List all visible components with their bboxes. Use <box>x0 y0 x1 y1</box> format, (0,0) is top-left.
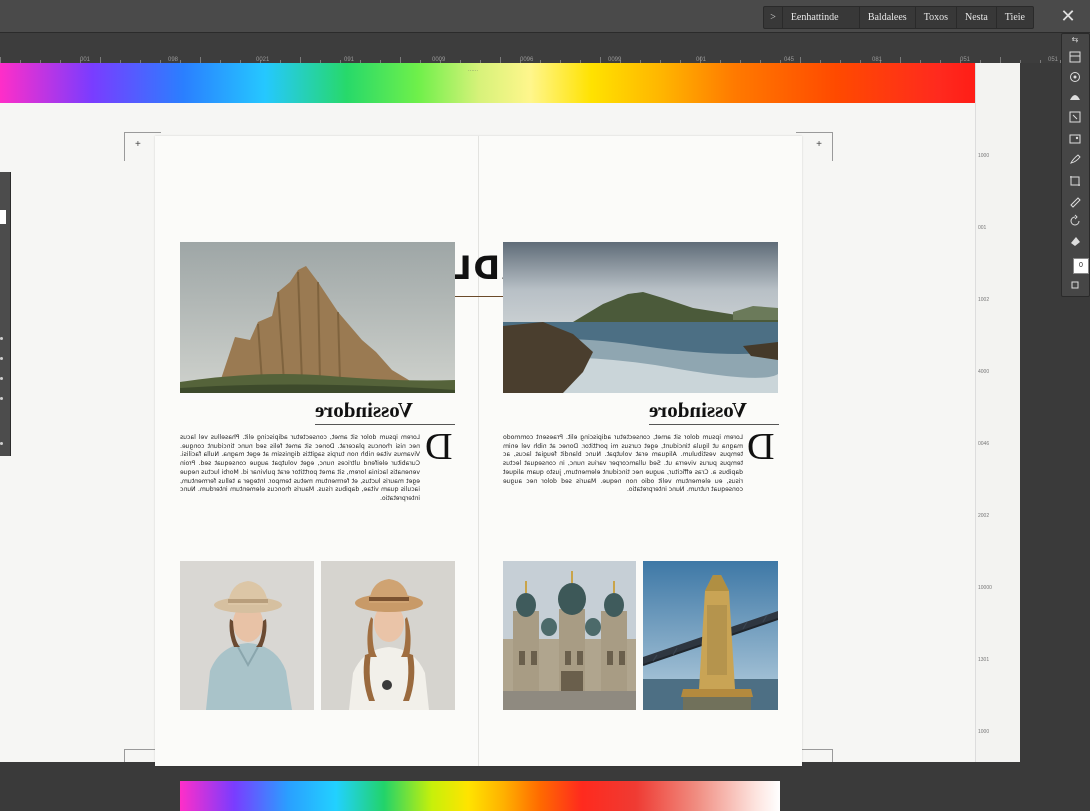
margin-number: 0046 <box>978 441 990 447</box>
photo-rock-formation[interactable] <box>180 242 455 393</box>
ruler-tick <box>1020 60 1021 63</box>
zoom-badge[interactable]: 0 <box>1073 258 1089 274</box>
chevron-right-button[interactable]: > <box>764 7 782 28</box>
document-spread[interactable]: HEADLINE Vossindore D Lorem ipsum dolor … <box>155 136 802 811</box>
margin-number: 1301 <box>978 657 990 663</box>
rotate-icon[interactable] <box>1067 214 1083 230</box>
fill-icon[interactable] <box>1067 234 1083 250</box>
tab-tieie[interactable]: Tieie <box>995 7 1033 28</box>
photo-cathedral[interactable] <box>503 561 636 710</box>
brush-icon[interactable] <box>1067 152 1083 168</box>
tab-baldalees[interactable]: Baldalees <box>858 7 915 28</box>
panel-dot[interactable] <box>0 442 3 445</box>
panel-dot[interactable] <box>0 397 3 400</box>
ruler-label: 051 <box>1048 57 1059 63</box>
tab-eenhattinde[interactable]: Eenhattinde <box>781 7 859 28</box>
menu-tabs: > Eenhattinde Baldalees Toxos Nesta Tiei… <box>763 6 1034 29</box>
margin-number: 2002 <box>978 513 990 519</box>
lasso-icon[interactable] <box>1067 70 1083 86</box>
bottom-color-gradient-bar <box>180 781 780 811</box>
photo-woman-hoodie[interactable] <box>180 561 314 710</box>
panel-dot[interactable] <box>0 357 3 360</box>
top-color-gradient-bar: ······ <box>0 63 1020 103</box>
frame-icon[interactable] <box>1067 132 1083 148</box>
crop-icon[interactable] <box>1067 174 1083 190</box>
margin-number: 10000 <box>978 585 992 591</box>
left-body-text[interactable]: Lorem ipsum dolor sit amet, consectetur … <box>180 434 420 532</box>
tab-toxos[interactable]: Toxos <box>914 7 956 28</box>
tab-nesta[interactable]: Nesta <box>956 7 996 28</box>
close-icon[interactable]: ✕ <box>1058 6 1078 26</box>
margin-number: 4000 <box>978 369 990 375</box>
shape-icon[interactable] <box>1067 90 1083 106</box>
top-bar: > Eenhattinde Baldalees Toxos Nesta Tiei… <box>0 0 1090 33</box>
left-subhead[interactable]: Vossindore <box>315 398 413 423</box>
margin-number: 001 <box>978 225 987 231</box>
right-subhead-rule <box>649 424 779 425</box>
photo-bridge[interactable] <box>643 561 778 710</box>
photo-coastline[interactable] <box>503 242 778 393</box>
layers-icon[interactable] <box>1067 50 1083 66</box>
panel-swatch[interactable] <box>0 210 6 224</box>
right-margin-strip: 1000 001 1002 4000 0046 2002 10000 1301 1000 <box>975 63 1020 762</box>
polygon-icon[interactable] <box>1067 110 1083 126</box>
left-panel-collapsed[interactable] <box>0 172 11 456</box>
photo-woman-blouse[interactable] <box>321 561 455 710</box>
panel-dot[interactable] <box>0 337 3 340</box>
panel-dot[interactable] <box>0 377 3 380</box>
left-dropcap: D <box>425 426 453 468</box>
right-body-text[interactable]: Lorem ipsum dolor sit amet, consectetur … <box>503 434 743 532</box>
pen-icon[interactable] <box>1067 194 1083 210</box>
margin-number: 1000 <box>978 729 990 735</box>
horizontal-ruler[interactable]: 001 098 0021 091 0009 0096 0099 001 045 081 051 051 <box>0 33 1090 63</box>
ruler-tick <box>1040 60 1041 63</box>
right-subhead[interactable]: Vossindore <box>649 398 747 423</box>
left-subhead-rule <box>315 424 455 425</box>
gradient-label: ······ <box>468 68 478 74</box>
margin-number: 1002 <box>978 297 990 303</box>
document-canvas[interactable]: ······ 1000 001 1002 4000 0046 2002 10000 1301 1… <box>0 63 1020 811</box>
margin-number: 1000 <box>978 153 990 159</box>
right-dropcap: D <box>747 426 775 468</box>
spread-spine <box>478 136 479 766</box>
square-icon[interactable] <box>1067 278 1083 294</box>
